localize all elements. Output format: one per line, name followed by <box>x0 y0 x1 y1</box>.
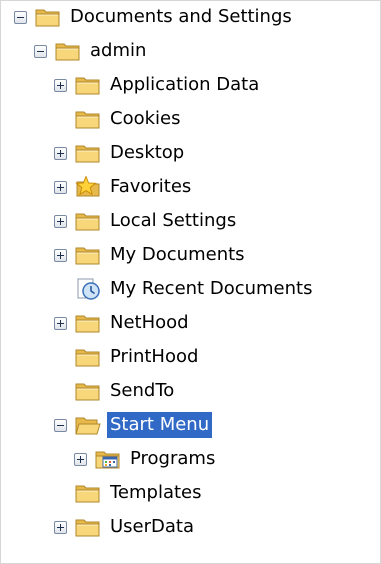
tree-item[interactable]: SendTo <box>54 376 177 406</box>
tree-item[interactable]: My Recent Documents <box>54 274 315 304</box>
tree-item[interactable]: NetHood <box>54 308 192 338</box>
tree-item-label[interactable]: Favorites <box>107 174 194 200</box>
expand-icon[interactable] <box>54 214 67 228</box>
tree-item-label[interactable]: Desktop <box>107 140 187 166</box>
expand-icon[interactable] <box>54 316 67 330</box>
tree-item[interactable]: My Documents <box>54 240 248 270</box>
folder-icon <box>75 244 101 266</box>
expand-icon[interactable] <box>74 452 87 466</box>
collapse-icon[interactable] <box>34 44 47 58</box>
recent-documents-icon <box>75 278 101 300</box>
folder-icon <box>55 40 81 62</box>
folder-icon <box>75 380 101 402</box>
folder-icon <box>75 312 101 334</box>
tree-item[interactable]: Application Data <box>54 70 262 100</box>
expand-icon[interactable] <box>54 146 67 160</box>
tree-item[interactable]: Start Menu <box>54 410 213 440</box>
tree-item-label[interactable]: Templates <box>107 480 205 506</box>
tree-item[interactable]: admin <box>34 36 149 66</box>
folder-icon <box>75 74 101 96</box>
tree-item-label[interactable]: SendTo <box>107 378 177 404</box>
folder-icon <box>75 142 101 164</box>
tree-item-label[interactable]: My Documents <box>107 242 248 268</box>
tree-item-label[interactable]: Documents and Settings <box>67 4 295 30</box>
folder-icon <box>75 516 101 538</box>
tree-item-label[interactable]: admin <box>87 38 149 64</box>
open-folder-icon <box>75 414 101 436</box>
expand-icon[interactable] <box>54 248 67 262</box>
folder-icon <box>35 6 61 28</box>
tree-item[interactable]: Documents and Settings <box>14 2 295 32</box>
programs-folder-icon <box>95 448 121 470</box>
folder-icon <box>75 346 101 368</box>
expand-icon[interactable] <box>54 180 67 194</box>
tree-item-label[interactable]: Programs <box>127 446 218 472</box>
tree-item-label[interactable]: Application Data <box>107 72 262 98</box>
expand-icon[interactable] <box>54 78 67 92</box>
tree-item[interactable]: PrintHood <box>54 342 201 372</box>
tree-item-label[interactable]: Cookies <box>107 106 183 132</box>
tree-item-label[interactable]: UserData <box>107 514 197 540</box>
tree-item-label[interactable]: Start Menu <box>107 412 213 438</box>
collapse-icon[interactable] <box>14 10 27 24</box>
folder-icon <box>75 108 101 130</box>
folder-tree: Documents and Settings admin Application… <box>1 1 380 563</box>
tree-item-label[interactable]: Local Settings <box>107 208 239 234</box>
tree-item[interactable]: Programs <box>74 444 218 474</box>
folder-icon <box>75 482 101 504</box>
tree-item-label[interactable]: NetHood <box>107 310 192 336</box>
tree-item-label[interactable]: My Recent Documents <box>107 276 315 302</box>
tree-item[interactable]: Favorites <box>54 172 194 202</box>
collapse-icon[interactable] <box>54 418 67 432</box>
tree-item[interactable]: Cookies <box>54 104 183 134</box>
folder-icon <box>75 210 101 232</box>
tree-item[interactable]: Templates <box>54 478 205 508</box>
tree-item[interactable]: UserData <box>54 512 197 542</box>
tree-item-label[interactable]: PrintHood <box>107 344 201 370</box>
star-folder-icon <box>75 175 101 198</box>
tree-item[interactable]: Local Settings <box>54 206 239 236</box>
folder-tree-panel: Documents and Settings admin Application… <box>0 0 381 564</box>
expand-icon[interactable] <box>54 520 67 534</box>
tree-item[interactable]: Desktop <box>54 138 187 168</box>
